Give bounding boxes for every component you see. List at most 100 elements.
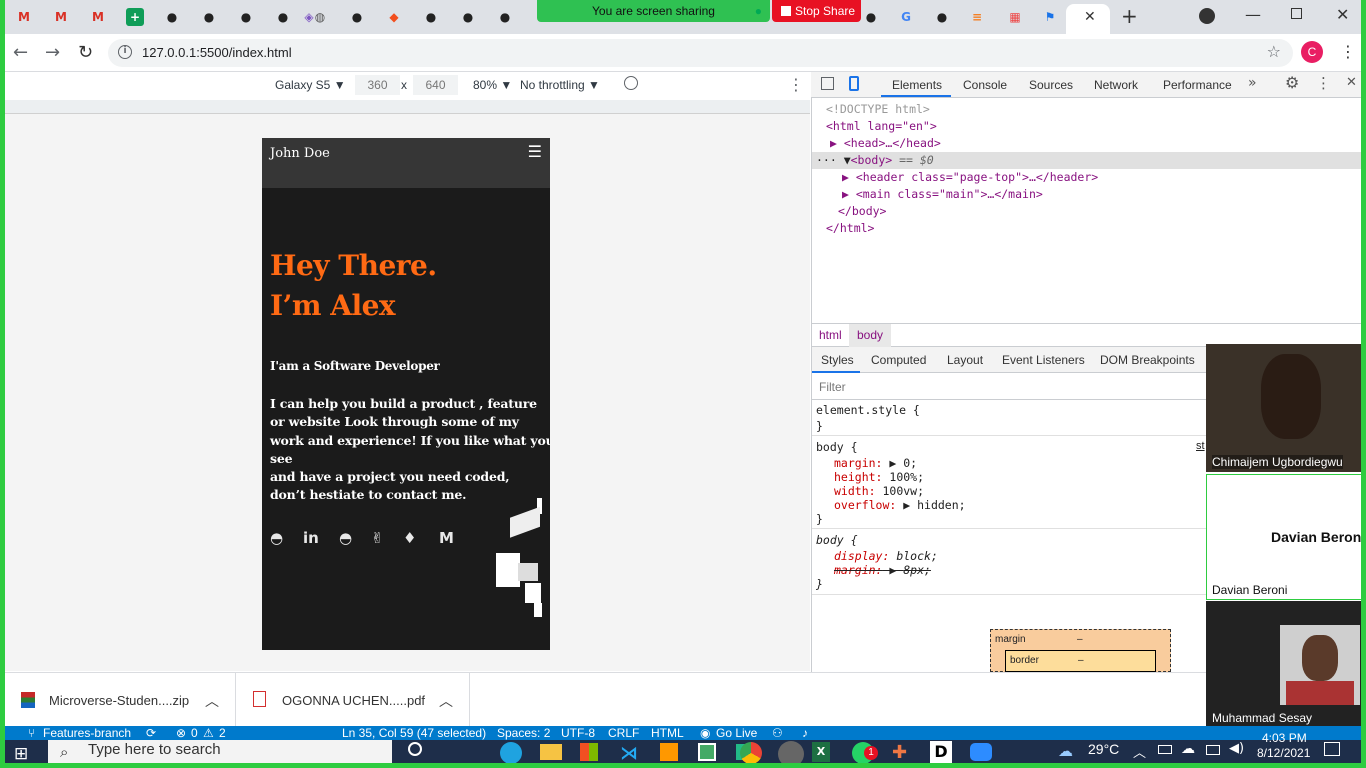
forward-icon[interactable]: →	[45, 42, 60, 63]
indentation[interactable]: Spaces: 2	[497, 726, 550, 740]
github-icon[interactable]: ●	[933, 8, 951, 26]
medium-icon[interactable]: M	[439, 529, 454, 547]
devtools-menu-icon[interactable]: ⋮	[1316, 74, 1331, 92]
terminal-app-icon[interactable]: D	[930, 741, 952, 763]
style-rule-body[interactable]: body { st margin: ▶ 0; height: 100%; wid…	[812, 438, 1206, 529]
dom-main[interactable]: ▶ <main class="main">…</main>	[842, 187, 1043, 201]
flag-icon[interactable]: ⚑	[1041, 8, 1059, 26]
tab-dom-breakpoints[interactable]: DOM Breakpoints	[1100, 353, 1195, 367]
styles-filter-input[interactable]: Filter	[812, 374, 1206, 400]
media-query-ruler[interactable]	[5, 100, 810, 114]
error-count[interactable]: 0	[191, 726, 198, 740]
clock-time[interactable]: 4:03 PM	[1262, 731, 1307, 745]
go-live-button[interactable]: Go Live	[716, 726, 757, 740]
battery-icon[interactable]	[1158, 745, 1172, 754]
hamburger-icon[interactable]: ☰	[528, 142, 542, 161]
inspect-icon[interactable]	[821, 77, 834, 90]
store-icon[interactable]	[580, 743, 598, 761]
throttle-select[interactable]: No throttling ▼	[520, 78, 600, 92]
more-tabs-icon[interactable]: »	[1248, 75, 1257, 91]
width-input[interactable]: 360	[355, 75, 400, 95]
height-input[interactable]: 640	[413, 75, 458, 95]
network-icon[interactable]	[1206, 745, 1220, 755]
brand-logo[interactable]: John Doe	[270, 146, 330, 161]
new-tab-icon[interactable]: +	[1121, 4, 1138, 28]
github-icon[interactable]: ◓	[270, 529, 283, 547]
dom-body-close[interactable]: </body>	[838, 204, 886, 218]
star-icon[interactable]: ☆	[1267, 42, 1281, 61]
dom-doctype[interactable]: <!DOCTYPE html>	[826, 102, 930, 116]
tab-performance[interactable]: Performance	[1163, 78, 1232, 92]
github-icon[interactable]: ●	[422, 8, 440, 26]
close-devtools-icon[interactable]: ✕	[1346, 75, 1357, 90]
close-tab-icon[interactable]: ✕	[1084, 9, 1096, 25]
github-icon[interactable]: ●	[348, 8, 366, 26]
cursor-position[interactable]: Ln 35, Col 59 (47 selected)	[342, 726, 486, 740]
line-ending[interactable]: CRLF	[608, 726, 639, 740]
github-icon[interactable]: ●	[163, 8, 181, 26]
device-toggle-icon[interactable]	[849, 76, 859, 91]
dom-body-open[interactable]: ··· ▼<body> == $0	[816, 153, 934, 167]
stackoverflow-icon[interactable]: ≡	[968, 8, 986, 26]
gmail-icon[interactable]: M	[15, 8, 33, 26]
notifications-icon[interactable]	[1324, 742, 1340, 756]
tab-event-listeners[interactable]: Event Listeners	[1002, 353, 1085, 367]
gmail-icon[interactable]: M	[52, 8, 70, 26]
temperature[interactable]: 29°C	[1088, 740, 1119, 758]
zoom-select[interactable]: 80% ▼	[473, 78, 512, 92]
participant-tile[interactable]: Muhammad Sesay	[1206, 601, 1366, 727]
dom-head[interactable]: ▶ <head>…</head>	[830, 136, 941, 150]
sync-icon[interactable]: ⟳	[146, 726, 156, 740]
download-item[interactable]: Microverse-Studen....zip ︿	[5, 673, 236, 726]
device-select[interactable]: Galaxy S5 ▼	[275, 78, 346, 92]
tab-layout[interactable]: Layout	[947, 353, 983, 367]
warning-count[interactable]: 2	[219, 726, 226, 740]
rule-source-link[interactable]: st	[1196, 440, 1205, 452]
stop-share-button[interactable]: Stop Share	[772, 0, 861, 22]
rotate-icon[interactable]	[624, 76, 638, 90]
settings-gear-icon[interactable]: ⚙	[1285, 73, 1299, 92]
participant-tile-active[interactable]: Davian Beron Davian Beroni	[1206, 474, 1366, 600]
github-icon[interactable]: ●	[237, 8, 255, 26]
chevron-up-icon[interactable]: ︿	[205, 691, 219, 711]
style-rule-user-agent[interactable]: body { display: block; margin: ▶ 8px; }	[812, 531, 1206, 595]
style-rule-element[interactable]: element.style { }	[812, 402, 1206, 436]
tray-chevron-icon[interactable]: ︿	[1133, 742, 1146, 761]
back-icon[interactable]: ←	[13, 42, 28, 63]
language-mode[interactable]: HTML	[651, 726, 684, 740]
tab-sources[interactable]: Sources	[1029, 78, 1073, 92]
notepad-icon[interactable]	[698, 743, 716, 761]
tab-search-icon[interactable]	[1199, 8, 1215, 24]
live-share-icon[interactable]: ⚇	[772, 726, 783, 740]
vscode-icon[interactable]: ⋊	[620, 743, 638, 764]
task-view-icon[interactable]	[408, 742, 422, 756]
notification-bell-icon[interactable]: ♪	[802, 726, 808, 740]
dom-html-close[interactable]: </html>	[826, 221, 874, 235]
breadcrumb-html[interactable]: html	[819, 328, 842, 342]
reload-icon[interactable]: ↻	[78, 42, 93, 63]
chrome-icon[interactable]	[740, 742, 762, 764]
app-icon[interactable]: ✚	[892, 742, 907, 763]
excel-icon[interactable]: X	[812, 742, 830, 762]
windows-start-icon[interactable]: ⊞	[14, 744, 28, 764]
participant-tile[interactable]: Chimaijem Ugbordiegwu	[1206, 344, 1366, 472]
clock-date[interactable]: 8/12/2021	[1257, 746, 1310, 760]
device-menu-icon[interactable]: ⋮	[788, 75, 804, 94]
explorer-icon[interactable]	[540, 744, 562, 760]
tab-elements[interactable]: Elements	[892, 78, 942, 92]
github-icon[interactable]: ●	[274, 8, 292, 26]
browser-menu-icon[interactable]: ⋮	[1340, 42, 1356, 61]
github-icon[interactable]: ●	[862, 8, 880, 26]
active-tab[interactable]: ✕	[1066, 4, 1110, 34]
sublime-icon[interactable]	[660, 743, 678, 761]
github-icon[interactable]: ●	[496, 8, 514, 26]
taskbar-search-input[interactable]: ⌕ Type here to search	[48, 740, 392, 768]
figma-icon[interactable]: ◆	[385, 8, 403, 26]
edge-icon[interactable]	[500, 742, 522, 764]
tab-styles[interactable]: Styles	[821, 353, 854, 367]
sheets-icon[interactable]: +	[126, 8, 144, 26]
app-icon[interactable]: ▦	[1006, 8, 1024, 26]
dom-html-open[interactable]: <html lang="en">	[826, 119, 937, 133]
zoom-icon[interactable]	[970, 743, 992, 761]
chrome-profile-icon[interactable]	[778, 741, 804, 767]
